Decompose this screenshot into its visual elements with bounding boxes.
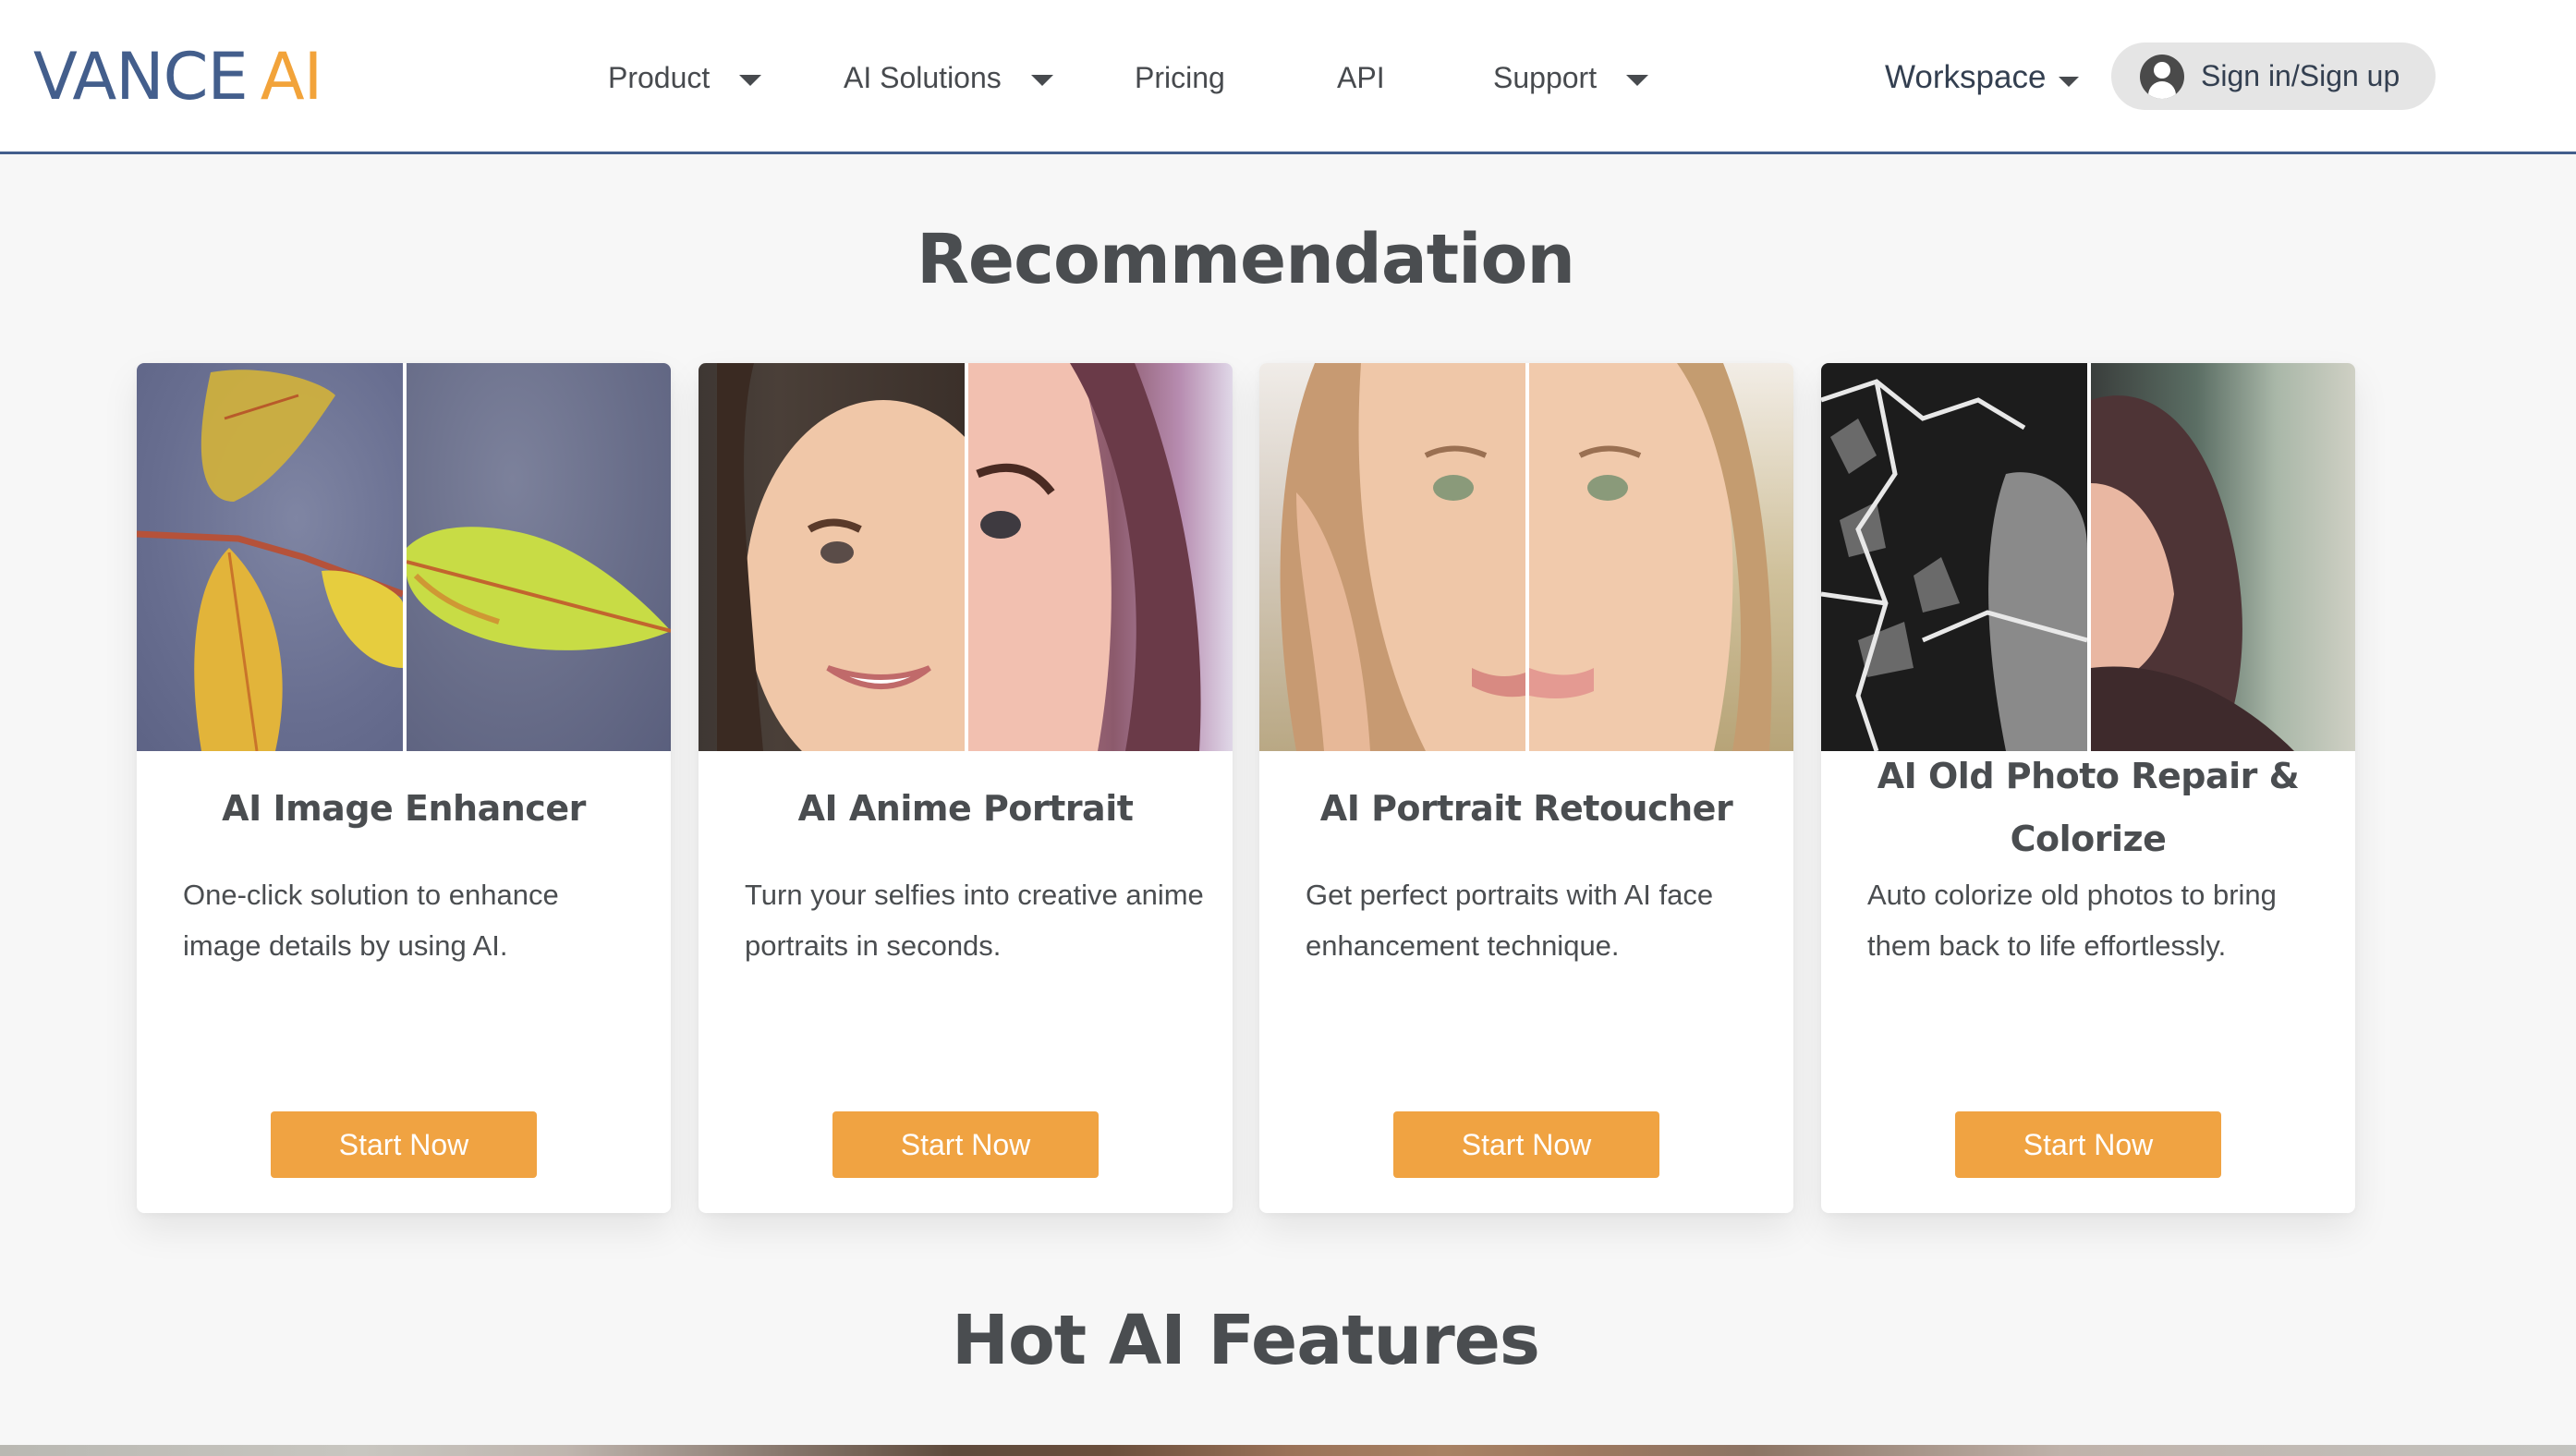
card-description: One-click solution to enhance image deta…	[183, 879, 559, 962]
recommendation-heading: Recommendation	[916, 220, 1575, 299]
card-description: Turn your selfies into creative anime po…	[745, 879, 1204, 962]
logo-text-primary: VANCE	[33, 39, 249, 115]
nav-pricing-label: Pricing	[1135, 60, 1225, 94]
card-image-portrait-retouch	[1259, 363, 1793, 751]
card-image-old-photo	[1821, 363, 2355, 751]
card-description: Get perfect portraits with AI face enhan…	[1306, 879, 1714, 962]
card-image-anime-portrait	[699, 363, 1233, 751]
card-description: Auto colorize old photos to bring them b…	[1867, 879, 2277, 962]
nav-support-label: Support	[1493, 60, 1598, 94]
nav-pricing[interactable]: Pricing	[1135, 55, 1225, 100]
card-image-leaf	[137, 363, 671, 751]
top-nav-bar: VANCE AI Product AI Solutions Pricing AP…	[0, 0, 2576, 154]
start-now-button[interactable]: Start Now	[1955, 1111, 2221, 1178]
hot-features-heading: Hot AI Features	[952, 1301, 1540, 1380]
before-image	[137, 363, 405, 751]
card-title: AI Portrait Retoucher	[1319, 788, 1733, 829]
chevron-down-icon	[739, 75, 762, 86]
nav-ai-solutions-label: AI Solutions	[844, 60, 1002, 94]
nav-support[interactable]: Support	[1493, 55, 1649, 100]
workspace-dropdown[interactable]: Workspace	[1885, 55, 2080, 100]
nav-product[interactable]: Product	[608, 55, 762, 100]
card-title: AI Old Photo Repair & Colorize	[1877, 756, 2300, 859]
logo-text-accent: AI	[260, 39, 323, 115]
sign-in-label: Sign in/Sign up	[2201, 59, 2400, 92]
workspace-label: Workspace	[1885, 59, 2047, 95]
after-image	[968, 363, 1233, 751]
nav-api[interactable]: API	[1337, 55, 1385, 100]
before-image	[1259, 363, 1525, 751]
vanceai-logo[interactable]: VANCE AI	[33, 39, 323, 115]
start-now-button[interactable]: Start Now	[1393, 1111, 1659, 1178]
chevron-down-icon	[2059, 76, 2080, 87]
card-title: AI Image Enhancer	[222, 788, 586, 829]
chevron-down-icon	[1626, 75, 1649, 86]
after-image	[1529, 363, 1793, 751]
user-circle-icon	[2140, 54, 2184, 99]
comparison-divider[interactable]	[2087, 363, 2091, 751]
start-now-button[interactable]: Start Now	[271, 1111, 537, 1178]
comparison-divider[interactable]	[1525, 363, 1529, 751]
after-image	[406, 363, 671, 751]
start-now-button[interactable]: Start Now	[832, 1111, 1099, 1178]
recommendation-card: AI Portrait Retoucher Get perfect portra…	[1259, 363, 1793, 1213]
chevron-down-icon	[1030, 75, 1053, 86]
hot-features-banner-image	[0, 1445, 2576, 1456]
recommendation-card: AI Image Enhancer One-click solution to …	[137, 363, 671, 1213]
nav-api-label: API	[1337, 60, 1385, 94]
card-title: AI Anime Portrait	[797, 788, 1134, 829]
before-image	[699, 363, 1022, 751]
comparison-divider[interactable]	[403, 363, 407, 751]
after-image	[2091, 363, 2355, 751]
recommendation-card: AI Anime Portrait Turn your selfies into…	[699, 363, 1233, 1213]
comparison-divider[interactable]	[965, 363, 968, 751]
nav-ai-solutions[interactable]: AI Solutions	[844, 55, 1053, 100]
recommendation-card: AI Old Photo Repair & Colorize Auto colo…	[1821, 363, 2355, 1213]
sign-in-button[interactable]: Sign in/Sign up	[2111, 42, 2436, 110]
nav-product-label: Product	[608, 60, 711, 94]
before-image	[1821, 363, 2088, 751]
